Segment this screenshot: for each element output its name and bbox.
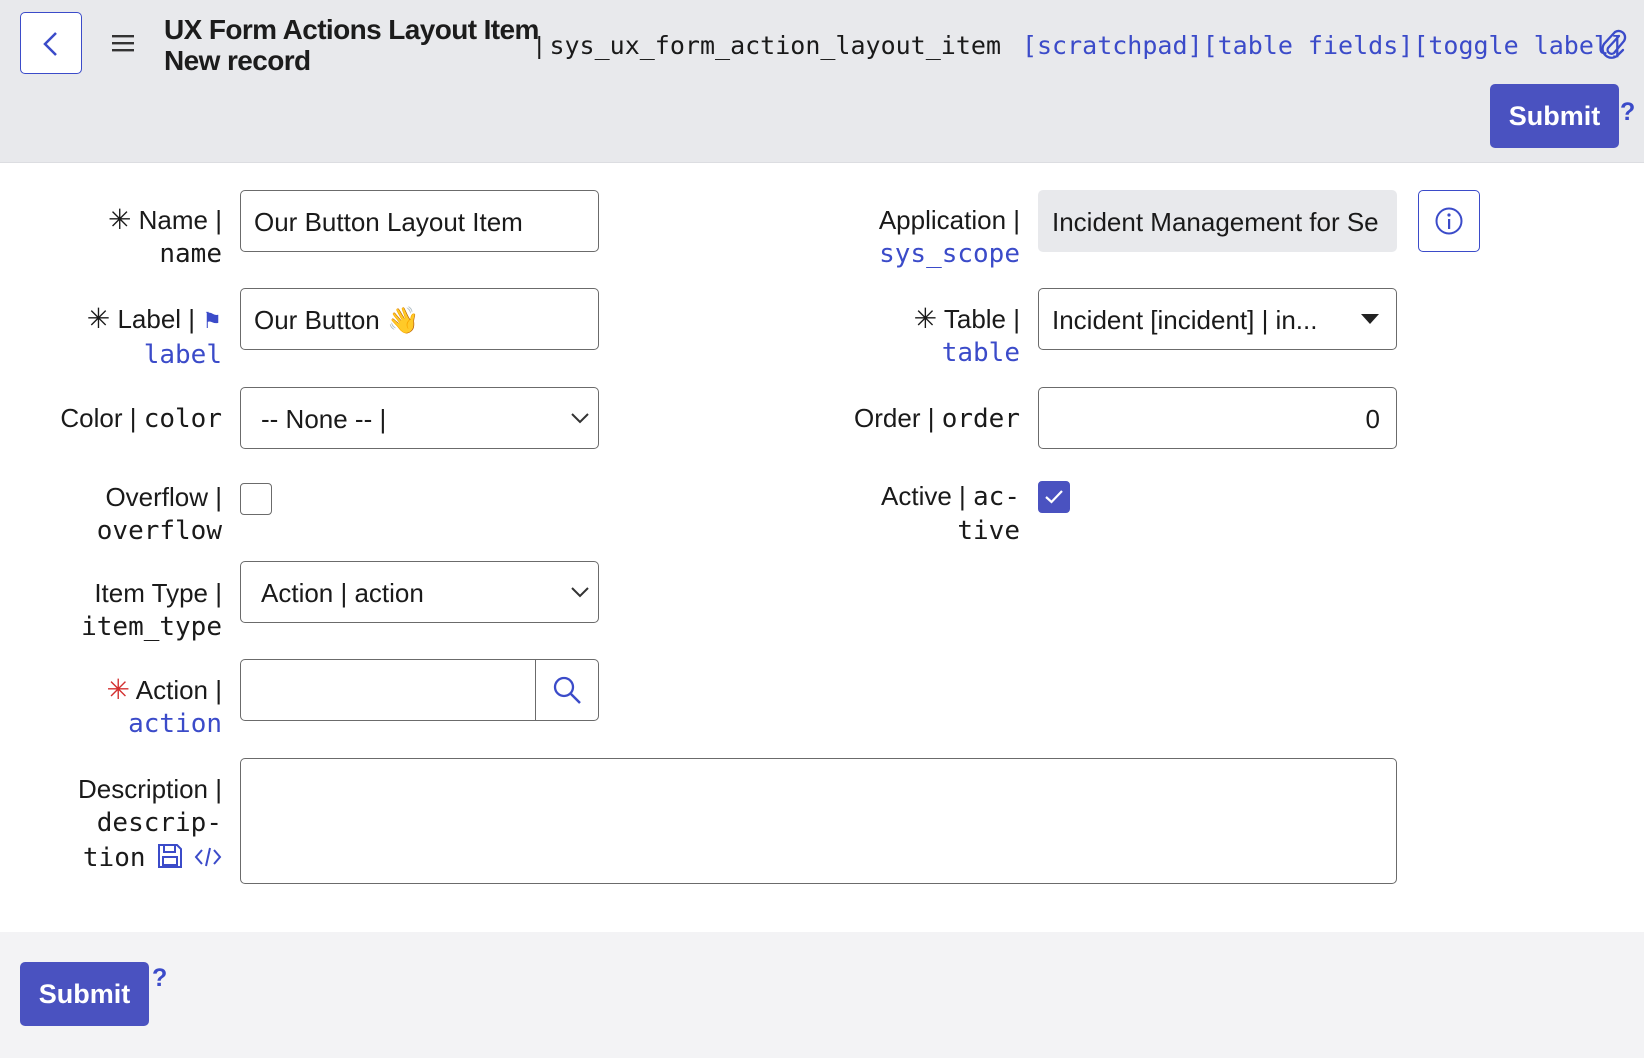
submit-button-bottom[interactable]: Submit <box>20 962 149 1026</box>
page-title-line2: New record <box>164 45 311 76</box>
label-field-label: ✳ Label | ⚑ label <box>86 303 222 372</box>
table-name: sys_ux_form_action_layout_item <box>549 31 1001 60</box>
item-type-select[interactable]: Action | action <box>240 561 599 623</box>
color-field-label: Color | color <box>60 403 222 434</box>
name-column-name: name <box>159 239 222 269</box>
toggle-label-link[interactable]: [toggle label] <box>1413 31 1624 60</box>
table-fields-link[interactable]: [table fields] <box>1203 31 1414 60</box>
chevron-down-icon <box>571 587 589 598</box>
help-link-top[interactable]: ? <box>1620 98 1635 127</box>
search-icon <box>553 676 581 704</box>
save-icon[interactable] <box>157 843 183 869</box>
page-title: UX Form Actions Layout Item New record <box>164 14 539 76</box>
order-input[interactable]: 0 <box>1038 387 1397 449</box>
description-column-name-1: descrip- <box>96 808 222 838</box>
order-field-label: Order | order <box>854 403 1020 434</box>
description-column-name-2: tion <box>82 843 146 873</box>
page-title-line1: UX Form Actions Layout Item <box>164 14 539 45</box>
active-column-name-1: ac- <box>973 482 1020 512</box>
name-field-label: ✳ Name | name <box>107 204 222 269</box>
item-type-column-name: item_type <box>81 612 222 642</box>
required-icon: ✳ <box>107 204 132 235</box>
help-link-bottom[interactable]: ? <box>152 964 167 993</box>
item-type-field-label: Item Type | item_type <box>81 578 222 642</box>
action-lookup-button[interactable] <box>535 659 599 721</box>
active-column-name-2: tive <box>957 516 1020 546</box>
overflow-column-name: overflow <box>96 516 222 546</box>
hamburger-menu-icon[interactable] <box>112 34 134 52</box>
dropdown-caret-icon <box>1361 314 1379 324</box>
overflow-field-label: Overflow | overflow <box>96 482 222 546</box>
table-name-separator: | <box>536 32 543 60</box>
scratchpad-link[interactable]: [scratchpad] <box>1022 31 1203 60</box>
application-info-button[interactable] <box>1418 190 1480 252</box>
table-name-bar: | sys_ux_form_action_layout_item [scratc… <box>536 31 1624 61</box>
form-footer <box>0 932 1644 1058</box>
checkmark-icon <box>1045 490 1063 504</box>
color-column-name: color <box>143 404 222 434</box>
name-input[interactable]: Our Button Layout Item <box>240 190 599 252</box>
action-reference-input[interactable] <box>240 659 537 721</box>
required-icon: ✳ <box>913 303 938 334</box>
color-select[interactable]: -- None -- | <box>240 387 599 449</box>
active-checkbox[interactable] <box>1038 481 1070 513</box>
description-textarea[interactable] <box>240 758 1397 884</box>
application-readonly-field: Incident Management for Se <box>1038 190 1397 252</box>
description-field-label: Description | descrip- tion <box>77 774 222 873</box>
paperclip-icon[interactable] <box>1600 28 1628 60</box>
form-header: UX Form Actions Layout Item New record |… <box>0 0 1644 163</box>
action-column-name[interactable]: action <box>106 707 222 741</box>
table-field-label: ✳ Table | table <box>913 303 1020 370</box>
required-icon: ✳ <box>86 303 111 334</box>
chevron-down-icon <box>571 413 589 424</box>
info-icon <box>1435 207 1463 235</box>
label-column-name[interactable]: label <box>87 338 222 372</box>
overflow-checkbox[interactable] <box>240 483 272 515</box>
order-column-name: order <box>941 404 1020 434</box>
back-button[interactable] <box>20 12 82 74</box>
application-field-label: Application | sys_scope <box>878 205 1020 271</box>
required-icon: ✳ <box>106 674 130 705</box>
action-field-label: ✳ Action | action <box>106 674 222 741</box>
code-icon[interactable] <box>194 845 222 869</box>
label-input[interactable]: Our Button 👋 <box>240 288 599 350</box>
submit-button-top[interactable]: Submit <box>1490 84 1619 148</box>
table-select[interactable]: Incident [incident] | in... <box>1038 288 1397 350</box>
table-column-name[interactable]: table <box>914 336 1020 370</box>
active-field-label: Active | ac- tive <box>881 481 1020 546</box>
back-chevron-icon <box>43 32 57 56</box>
application-column-name[interactable]: sys_scope <box>879 237 1020 271</box>
translate-flag-icon[interactable]: ⚑ <box>202 308 222 333</box>
